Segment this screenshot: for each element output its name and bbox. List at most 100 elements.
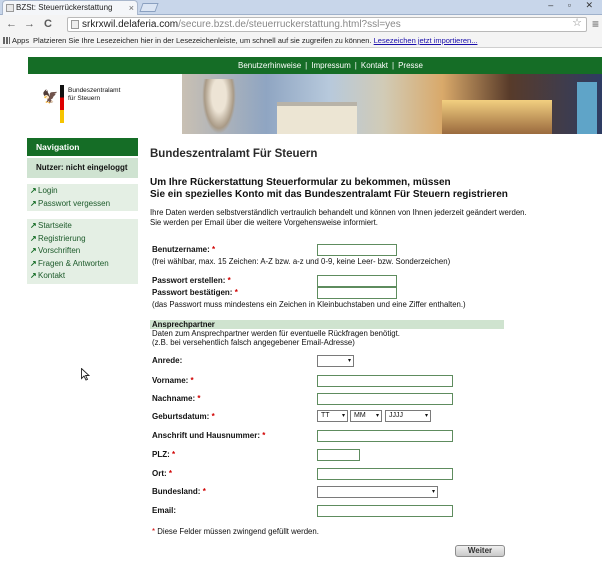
password-field[interactable] xyxy=(317,275,397,287)
vorname-label: Vorname: * xyxy=(152,376,194,385)
password-label: Passwort erstellen: * xyxy=(152,276,231,285)
required-mark: * xyxy=(197,394,201,403)
eagle-icon: 🦅 xyxy=(42,89,59,104)
browser-menu-icon[interactable]: ≡ xyxy=(592,18,599,30)
page: Benutzerhinweise | Impressum | Kontakt | Press… xyxy=(0,49,602,564)
page-title: Bundeszentralamt Für Steuern xyxy=(150,148,318,160)
nachname-field[interactable] xyxy=(317,393,453,405)
intro-line-2: Sie werden per Email über die weitere Vo… xyxy=(150,218,378,227)
back-icon[interactable]: ← xyxy=(6,17,17,32)
bookmark-star-icon[interactable]: ☆ xyxy=(572,17,582,30)
sidebar-item-passwort-vergessen[interactable]: ↗Passwort vergessen xyxy=(27,198,138,211)
page-subtitle: Um Ihre Rückerstattung Steuerformular zu… xyxy=(150,177,508,201)
plz-label: PLZ: * xyxy=(152,450,176,459)
sidebar-item-label: Kontakt xyxy=(38,271,66,280)
url-path: /secure.bzst.de/steuerruckerstattung.htm… xyxy=(178,19,401,30)
plz-field[interactable] xyxy=(317,449,360,461)
logo-text: Bundeszentralamt für Steuern xyxy=(68,87,120,103)
section-hint-1: Daten zum Ansprechpartner werden für eve… xyxy=(152,329,400,338)
username-field[interactable] xyxy=(317,244,397,256)
password-confirm-field[interactable] xyxy=(317,287,397,299)
chevron-down-icon: ▾ xyxy=(431,489,435,495)
sidebar-item-fragen-antworten[interactable]: ↗Fragen & Antworten xyxy=(27,258,138,271)
window-controls[interactable]: ‒ ▫ ✕ xyxy=(548,0,599,11)
bundesland-select[interactable]: ▾ xyxy=(317,486,438,498)
password-confirm-label: Passwort bestätigen: * xyxy=(152,288,238,297)
birth-day-select[interactable]: TT ▾ xyxy=(317,410,348,422)
topnav-impressum-link[interactable]: Impressum xyxy=(311,61,351,70)
logo-line-1: Bundeszentralamt xyxy=(68,87,121,94)
required-mark: * xyxy=(202,487,206,496)
subtitle-line-1: Um Ihre Rückerstattung Steuerformular zu… xyxy=(150,177,451,188)
nachname-label: Nachname: * xyxy=(152,394,201,403)
bundesland-label: Bundesland: * xyxy=(152,487,206,496)
sidebar-item-kontakt[interactable]: ↗Kontakt xyxy=(27,270,138,283)
new-tab-button[interactable] xyxy=(139,3,159,12)
import-bookmarks-link[interactable]: Lesezeichen jetzt importieren... xyxy=(374,36,478,45)
sidebar-item-label: Registrierung xyxy=(38,233,86,243)
required-mark: * xyxy=(152,527,156,536)
password-hint: (das Passwort muss mindestens ein Zeiche… xyxy=(152,300,466,309)
anrede-select[interactable]: ▾ xyxy=(317,355,354,367)
bzst-logo[interactable]: 🦅 Bundeszentralamt für Steuern xyxy=(42,83,122,123)
sidebar-item-label: Login xyxy=(38,186,58,195)
required-mark: * xyxy=(227,276,231,285)
flag-stripe xyxy=(60,85,64,123)
bookmarks-bar: Apps Platzieren Sie Ihre Lesezeichen hie… xyxy=(0,34,602,48)
chevron-down-icon: ▾ xyxy=(375,413,379,419)
logo-line-2: für Steuern xyxy=(68,95,101,102)
top-navigation: Benutzerhinweise | Impressum | Kontakt | Press… xyxy=(28,57,602,74)
vorname-field[interactable] xyxy=(317,375,453,387)
bookmarks-hint: Platzieren Sie Ihre Lesezeichen hier in … xyxy=(33,34,477,47)
geburtsdatum-label: Geburtsdatum: * xyxy=(152,412,215,421)
chevron-down-icon: ▾ xyxy=(424,413,428,419)
browser-tab[interactable]: BZSt: Steuerrückerstattung × xyxy=(2,0,138,15)
apps-label: Apps xyxy=(12,36,30,45)
sidebar-item-registrierung[interactable]: ↗Registrierung xyxy=(27,233,138,246)
subtitle-line-2: Sie ein spezielles Konto mit das Bundesz… xyxy=(150,189,508,200)
sidebar-group-account: ↗Login ↗Passwort vergessen xyxy=(27,184,138,211)
username-label: Benutzername: * xyxy=(152,245,216,254)
bookmarks-hint-text: Platzieren Sie Ihre Lesezeichen hier in … xyxy=(33,36,372,45)
intro-line-1: Ihre Daten werden selbstverständlich ver… xyxy=(150,208,527,217)
anrede-label: Anrede: xyxy=(152,356,183,365)
anschrift-field[interactable] xyxy=(317,430,453,442)
page-info-icon[interactable] xyxy=(71,20,79,29)
address-bar[interactable]: srkrxwil.delaferia.com/secure.bzst.de/st… xyxy=(67,17,587,32)
arrow-icon: ↗ xyxy=(30,221,37,230)
birth-month-select[interactable]: MM ▾ xyxy=(350,410,382,422)
chevron-down-icon: ▾ xyxy=(341,413,345,419)
url-domain: srkrxwil.delaferia.com xyxy=(82,19,179,30)
ort-label: Ort: * xyxy=(152,469,173,478)
chevron-down-icon: ▾ xyxy=(347,358,351,364)
forward-icon[interactable]: → xyxy=(24,17,35,32)
tab-title: BZSt: Steuerrückerstattung xyxy=(16,3,113,12)
favicon-icon xyxy=(6,4,14,12)
required-mark: * xyxy=(211,412,215,421)
email-label: Email: xyxy=(152,506,177,515)
required-footnote: * Diese Felder müssen zwingend gefüllt w… xyxy=(152,527,319,536)
apps-button[interactable]: Apps xyxy=(3,34,29,47)
email-field[interactable] xyxy=(317,505,453,517)
section-header: Ansprechpartner xyxy=(150,320,504,329)
birth-year-select[interactable]: JJJJ ▾ xyxy=(385,410,431,422)
reload-icon[interactable]: C xyxy=(44,17,52,32)
anschrift-label: Anschrift und Hausnummer: * xyxy=(152,431,266,440)
topnav-presse-link[interactable]: Presse xyxy=(398,61,423,70)
weiter-button[interactable]: Weiter xyxy=(455,545,505,557)
required-mark: * xyxy=(168,469,173,478)
sidebar-item-login[interactable]: ↗Login xyxy=(27,185,138,198)
sidebar-title: Navigation xyxy=(27,138,138,156)
sidebar-group-main: ↗Startseite ↗Registrierung ↗Vorschriften… xyxy=(27,219,138,284)
topnav-benutzerhinweise-link[interactable]: Benutzerhinweise xyxy=(238,61,301,70)
sidebar-item-vorschriften[interactable]: ↗Vorschriften xyxy=(27,245,138,258)
topnav-kontakt-link[interactable]: Kontakt xyxy=(361,61,388,70)
required-mark: * xyxy=(212,245,216,254)
required-mark: * xyxy=(172,450,176,459)
arrow-icon: ↗ xyxy=(30,186,37,195)
ort-field[interactable] xyxy=(317,468,453,480)
sidebar-item-startseite[interactable]: ↗Startseite xyxy=(27,220,138,233)
arrow-icon: ↗ xyxy=(30,258,37,268)
tab-close-icon[interactable]: × xyxy=(129,1,134,15)
arrow-icon: ↗ xyxy=(30,246,37,255)
